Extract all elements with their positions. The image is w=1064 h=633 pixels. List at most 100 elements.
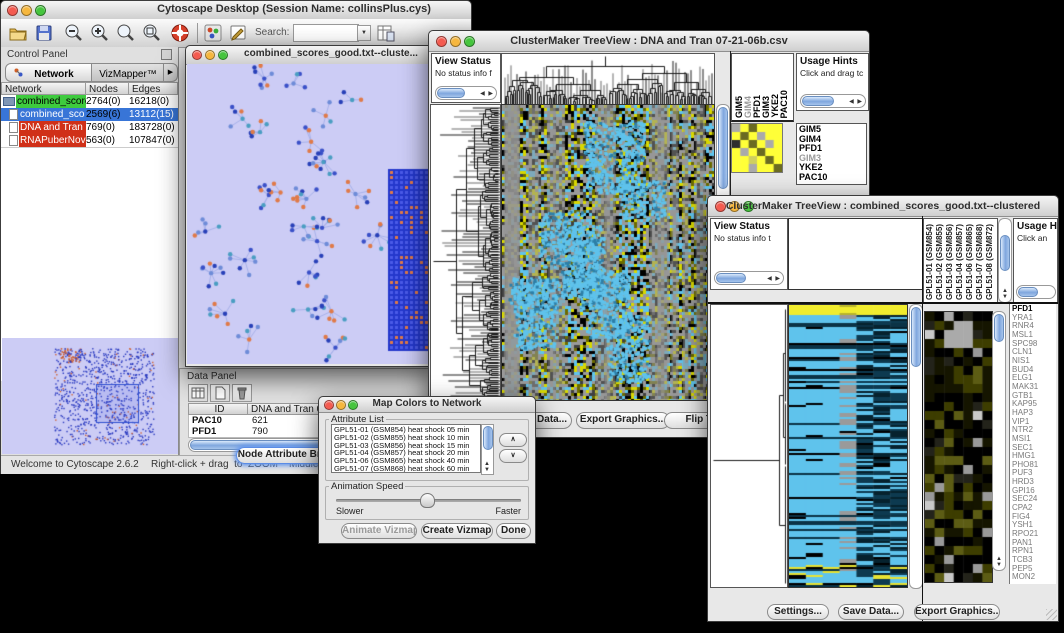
tv2-column-label[interactable]: GPL51-06 (GSM865) <box>965 224 975 300</box>
help-lifesaver-icon[interactable] <box>169 22 191 44</box>
tv1-column-label[interactable]: GIM5 <box>734 96 743 118</box>
tv2-column-labels: GPL51-01 (GSM854)GPL51-02 (GSM855)GPL51-… <box>923 218 998 303</box>
annotation-icon[interactable] <box>227 22 249 44</box>
network-table-row[interactable]: RNAPuberNov2+563(0)107847(0) <box>1 134 178 147</box>
zoom-in-icon[interactable] <box>89 22 111 44</box>
done-button[interactable]: Done <box>496 523 531 539</box>
tv2-column-label[interactable]: GPL51-04 (GSM857) <box>955 224 965 300</box>
network-table-header-nodes[interactable]: Nodes <box>86 82 129 95</box>
tv2-heatmap-vscroll[interactable] <box>909 304 923 589</box>
tv1-column-labels: GIM5GIM4PFD1GIM3YKE2PAC10 <box>731 53 794 122</box>
attribute-list-vscroll[interactable]: ▲▼ <box>481 424 494 475</box>
tv2-column-dendrogram-area[interactable] <box>788 218 923 290</box>
network-name-label: combined_sco <box>19 108 86 121</box>
attribute-browser-icon[interactable] <box>375 22 397 44</box>
attribute-list-item[interactable]: GPL51-07 (GSM868) heat shock 60 min <box>334 465 480 473</box>
tv2-save-data-button[interactable]: Save Data... <box>838 604 904 620</box>
tab-overflow-button[interactable]: ▶ <box>163 63 178 82</box>
network-table-header-network[interactable]: Network <box>1 82 86 95</box>
tv2-column-label[interactable]: GPL51-01 (GSM854) <box>925 224 935 300</box>
network-table-row[interactable]: combined_scores2764(0)16218(0) <box>1 95 178 108</box>
network-view-window: combined_scores_good.txt--cluste... <box>185 45 437 367</box>
float-panel-icon[interactable] <box>161 49 172 60</box>
map-dialog-titlebar[interactable]: Map Colors to Network <box>319 397 535 413</box>
create-vizmap-button[interactable]: Create Vizmap <box>421 523 493 539</box>
tv1-column-dendrogram[interactable] <box>501 53 715 105</box>
tv1-correlation-matrix[interactable] <box>731 123 783 173</box>
open-file-icon[interactable] <box>7 22 29 44</box>
minimize-icon[interactable] <box>21 5 32 16</box>
tv1-row-dendrogram[interactable] <box>430 104 501 401</box>
tv1-column-label[interactable]: GIM4 <box>743 96 752 118</box>
tv1-column-label[interactable]: PFD1 <box>752 95 761 118</box>
tv1-gene-item[interactable]: PAC10 <box>799 173 866 183</box>
tv2-view-status-scroll[interactable]: ◀ ▶ <box>714 271 784 285</box>
zoom-fit-icon[interactable] <box>141 22 163 44</box>
table-view-icon[interactable] <box>188 384 208 402</box>
close-icon[interactable] <box>192 50 202 60</box>
animation-slider-thumb[interactable] <box>420 493 435 508</box>
data-table-header-id[interactable]: ID <box>188 403 248 415</box>
tab-network[interactable]: Network <box>5 63 93 82</box>
new-attribute-icon[interactable] <box>210 384 230 402</box>
network-overview-canvas[interactable] <box>2 338 178 454</box>
folder-icon <box>3 97 15 106</box>
tv2-zoom-heatmap-canvas[interactable] <box>924 311 993 583</box>
tv1-column-label[interactable]: PAC10 <box>779 90 788 118</box>
tv1-export-graphics-button[interactable]: Export Graphics... <box>576 412 670 429</box>
edges-count: 183728(0) <box>129 121 178 134</box>
animate-vizmap-button[interactable]: Animate Vizmap <box>341 523 417 539</box>
tv1-heatmap-canvas[interactable] <box>501 104 715 401</box>
tv2-column-label[interactable]: GPL51-03 (GSM856) <box>945 224 955 300</box>
tv2-settings-button[interactable]: Settings... <box>767 604 829 620</box>
tv2-export-graphics-button[interactable]: Export Graphics... <box>914 604 1000 620</box>
tv2-usage-hints-scroll[interactable] <box>1016 285 1056 299</box>
main-titlebar[interactable]: Cytoscape Desktop (Session Name: collins… <box>1 1 471 20</box>
network-table-row[interactable]: combined_sco2569(6)13112(15) <box>1 108 178 121</box>
treeview2-titlebar[interactable]: ClusterMaker TreeView : combined_scores_… <box>708 196 1058 217</box>
treeview1-titlebar[interactable]: ClusterMaker TreeView : DNA and Tran 07-… <box>429 31 869 52</box>
tv2-row-dendrogram[interactable] <box>710 304 788 588</box>
edges-count: 107847(0) <box>129 134 178 147</box>
tv1-view-status-title: View Status <box>435 56 500 67</box>
network-name-label: DNA and Tran 07 <box>19 121 86 134</box>
network-view-titlebar[interactable]: combined_scores_good.txt--cluste... <box>186 46 436 65</box>
tv1-column-label[interactable]: YKE2 <box>770 94 779 118</box>
desktop: Cytoscape Desktop (Session Name: collins… <box>0 0 1064 633</box>
search-label: Search: <box>255 27 289 38</box>
save-icon[interactable] <box>33 22 55 44</box>
tv1-view-status-scroll[interactable]: ◀ ▶ <box>435 86 497 100</box>
delete-attribute-icon[interactable] <box>232 384 252 402</box>
tv2-labels-vscroll[interactable]: ▲▼ <box>998 218 1012 303</box>
tv1-usage-hints-scroll[interactable]: ◀ ▶ <box>800 94 866 108</box>
move-attribute-up-button[interactable]: ∧ <box>499 433 527 447</box>
tab-vizmapper[interactable]: VizMapper™ <box>91 63 165 82</box>
tv2-heatmap-canvas[interactable] <box>788 304 908 588</box>
network-table-header-edges[interactable]: Edges <box>129 82 178 95</box>
file-icon <box>9 135 18 146</box>
close-icon[interactable] <box>7 5 18 16</box>
network-nodes-icon[interactable] <box>202 22 224 44</box>
zoom-selected-icon[interactable] <box>115 22 137 44</box>
tv2-column-label[interactable]: GPL51-07 (GSM868) <box>975 224 985 300</box>
resize-grip[interactable] <box>1046 609 1057 620</box>
tv2-gene-item[interactable]: MON2 <box>1012 573 1056 582</box>
slower-label: Slower <box>336 506 364 516</box>
tv2-column-label[interactable]: GPL51-02 (GSM855) <box>935 224 945 300</box>
minimize-icon[interactable] <box>205 50 215 60</box>
tv2-zoom-vscroll[interactable]: ▲▼ <box>992 311 1006 571</box>
network-name-label: RNAPuberNov2+ <box>19 134 86 147</box>
tv1-column-label[interactable]: GIM3 <box>761 96 770 118</box>
network-view-canvas[interactable] <box>187 64 433 364</box>
zoom-window-icon[interactable] <box>35 5 46 16</box>
attribute-list: GPL51-01 (GSM854) heat shock 05 minGPL51… <box>331 424 481 473</box>
tv2-column-label[interactable]: GPL51-08 (GSM872) <box>985 224 995 300</box>
zoom-out-icon[interactable] <box>63 22 85 44</box>
attribute-id: PFD1 <box>189 426 249 437</box>
search-input[interactable] <box>293 24 359 42</box>
move-attribute-down-button[interactable]: ∨ <box>499 449 527 463</box>
toolbar-separator <box>197 23 198 43</box>
main-toolbar: Search: ▼ <box>1 19 471 48</box>
search-dropdown-icon[interactable]: ▼ <box>357 25 371 41</box>
network-table-row[interactable]: DNA and Tran 07769(0)183728(0) <box>1 121 178 134</box>
